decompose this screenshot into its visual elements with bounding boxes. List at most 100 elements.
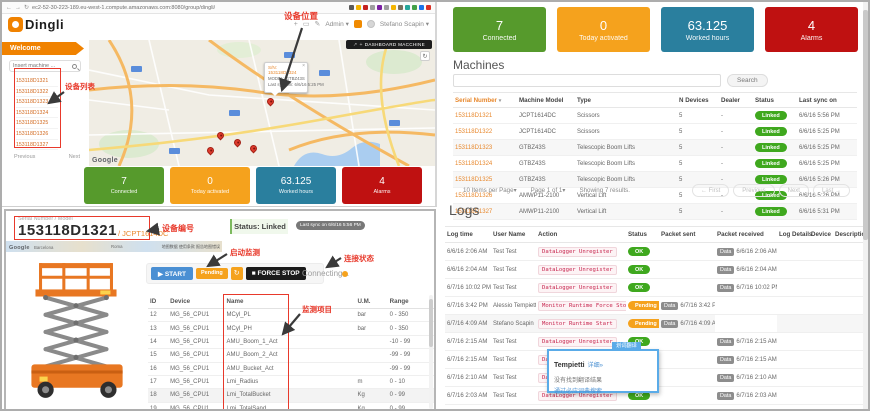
add-icon[interactable]: + (359, 42, 362, 48)
col-header[interactable]: Machine Model (517, 93, 575, 108)
popup-serial-link[interactable]: S/N: 153118D1324 (268, 65, 304, 75)
cell-packet-received: Data6/6/16 2:04 AM (715, 261, 777, 279)
cell-device (809, 333, 833, 351)
serial-link[interactable]: 153118D1322 (455, 129, 492, 135)
force-stop-button[interactable]: ■ FORCE STOP (246, 267, 306, 280)
mini-map-strip[interactable]: Google Barcelona Roma 地图数据 使用条款 报告地图错误 (6, 241, 222, 252)
serial-link[interactable]: 153118D1325 (455, 177, 492, 183)
col-header[interactable]: Dealer (719, 93, 753, 108)
device-list-item[interactable]: 153118D1325 (16, 118, 58, 129)
data-badge[interactable]: Data (717, 248, 734, 256)
items-per-page-select[interactable]: 10 Items per Page▾ (463, 187, 517, 194)
data-badge[interactable]: Data (717, 392, 734, 400)
welcome-tab[interactable]: Welcome (2, 42, 84, 55)
tooltip-more-link[interactable]: 详细» (588, 363, 603, 369)
machine-search-box[interactable] (9, 60, 81, 72)
device-list-item[interactable]: 153118D1326 (16, 129, 58, 140)
map-refresh-button[interactable]: ↻ (420, 51, 430, 61)
extension-icon[interactable] (349, 5, 354, 10)
scrollbar[interactable] (863, 2, 868, 411)
back-icon[interactable]: ← (6, 5, 12, 11)
device-list-item[interactable]: 153118D1324 (16, 108, 58, 119)
cell-lastsync: 6/6/16 5:25 PM (797, 124, 857, 140)
serial-link[interactable]: 153118D1324 (455, 161, 492, 167)
col-header-serial[interactable]: Serial Number ▾ (453, 93, 517, 108)
data-badge[interactable]: Data (717, 284, 734, 292)
extension-icon[interactable] (412, 5, 417, 10)
search-icon[interactable] (72, 64, 77, 69)
cell-um (355, 335, 387, 348)
refresh-button[interactable]: ↻ (231, 267, 243, 280)
device-list-item[interactable]: 153118D1322 (16, 87, 58, 98)
col-header: Packet received (715, 227, 777, 243)
action-code: DataLogger Unregister (538, 283, 617, 293)
cell-description (833, 369, 864, 387)
col-header[interactable]: N Devices (677, 93, 719, 108)
col-header: Name (225, 295, 356, 309)
cell-description (833, 315, 864, 333)
tooltip-search-link[interactable]: 通过必应词典搜索 (554, 386, 652, 395)
col-header: Range (388, 295, 434, 309)
user-menu[interactable]: Stefano Scapin ▾ (380, 20, 429, 28)
extension-icon[interactable] (419, 5, 424, 10)
extension-icon[interactable] (391, 5, 396, 10)
sort-icon[interactable]: ▾ (499, 98, 502, 104)
cell-packet-received: Data6/7/16 10:02 PM (715, 279, 777, 297)
cell-range: 0 - 10 (388, 375, 434, 388)
extension-icon[interactable] (377, 5, 382, 10)
data-badge[interactable]: Data (717, 356, 734, 364)
search-button[interactable]: Search (727, 74, 768, 87)
extension-icon[interactable] (426, 5, 431, 10)
serial-number: 153118D1321 (18, 222, 117, 239)
list-previous[interactable]: Previous (14, 154, 35, 160)
data-badge[interactable]: Data (717, 266, 734, 274)
previous-page-button[interactable]: Previous (733, 184, 774, 197)
serial-link[interactable]: 153118D1321 (455, 113, 492, 119)
edit-icon[interactable]: ✎ (314, 20, 320, 28)
close-icon[interactable]: × (302, 63, 305, 69)
machines-search-input[interactable] (453, 74, 721, 87)
sidebar: Welcome 153118D1321153118D1322153118D132… (2, 40, 89, 206)
col-header[interactable]: Type (575, 93, 677, 108)
translate-tab[interactable]: 划词翻译 (612, 342, 641, 351)
external-icon[interactable]: ↗ (353, 42, 358, 48)
extension-icon[interactable] (356, 5, 361, 10)
admin-menu[interactable]: Admin ▾ (325, 20, 349, 28)
strip-town-label: Barcelona (34, 245, 53, 250)
extension-icon[interactable] (370, 5, 375, 10)
extension-icon[interactable] (363, 5, 368, 10)
device-list-item[interactable]: 153118D1321 (16, 76, 58, 87)
status-badge: Pending (628, 301, 659, 310)
cell-packet-received: Data6/7/16 2:10 AM (715, 369, 777, 387)
extension-icon[interactable] (398, 5, 403, 10)
data-badge[interactable]: Data (661, 320, 678, 328)
device-list-item[interactable]: 153118D1323 (16, 97, 58, 108)
data-badge[interactable]: Data (661, 302, 678, 310)
cell-device: MG_56_CPU1 (168, 375, 224, 388)
forward-icon[interactable]: → (15, 5, 21, 11)
col-header[interactable]: Last sync on (797, 93, 857, 108)
last-page-button[interactable]: Last → (813, 184, 850, 197)
next-page-button[interactable]: Next (779, 184, 809, 197)
notification-chip[interactable] (354, 20, 362, 28)
data-badge[interactable]: Data (717, 338, 734, 346)
first-page-button[interactable]: ← First (692, 184, 729, 197)
col-header[interactable]: Status (753, 93, 797, 108)
device-list-item[interactable]: 153118D1327 (16, 140, 58, 151)
machine-search-input[interactable] (13, 63, 69, 69)
page-select[interactable]: Page 1 of 1▾ (531, 187, 566, 194)
start-button[interactable]: ▶ START (151, 267, 193, 280)
data-badge[interactable]: Data (717, 374, 734, 382)
cell-log-details (777, 405, 809, 411)
reload-icon[interactable]: ↻ (24, 4, 29, 11)
add-icon[interactable]: + (294, 21, 298, 28)
list-next[interactable]: Next (69, 154, 80, 160)
serial-link[interactable]: 153118D1323 (455, 145, 492, 151)
extension-icon[interactable] (405, 5, 410, 10)
url-text[interactable]: ec2-52-30-223-189.eu-west-1.compute.amaz… (32, 5, 215, 11)
monitor-icon[interactable]: ▭ (303, 20, 310, 28)
scrollbar[interactable] (429, 295, 433, 409)
extension-icon[interactable] (384, 5, 389, 10)
map[interactable]: NovaraMilano米兰帕维亚 ↗+DASHBOARD MACCHINE ↻… (89, 40, 435, 166)
scrollbar-thumb[interactable] (863, 10, 868, 240)
